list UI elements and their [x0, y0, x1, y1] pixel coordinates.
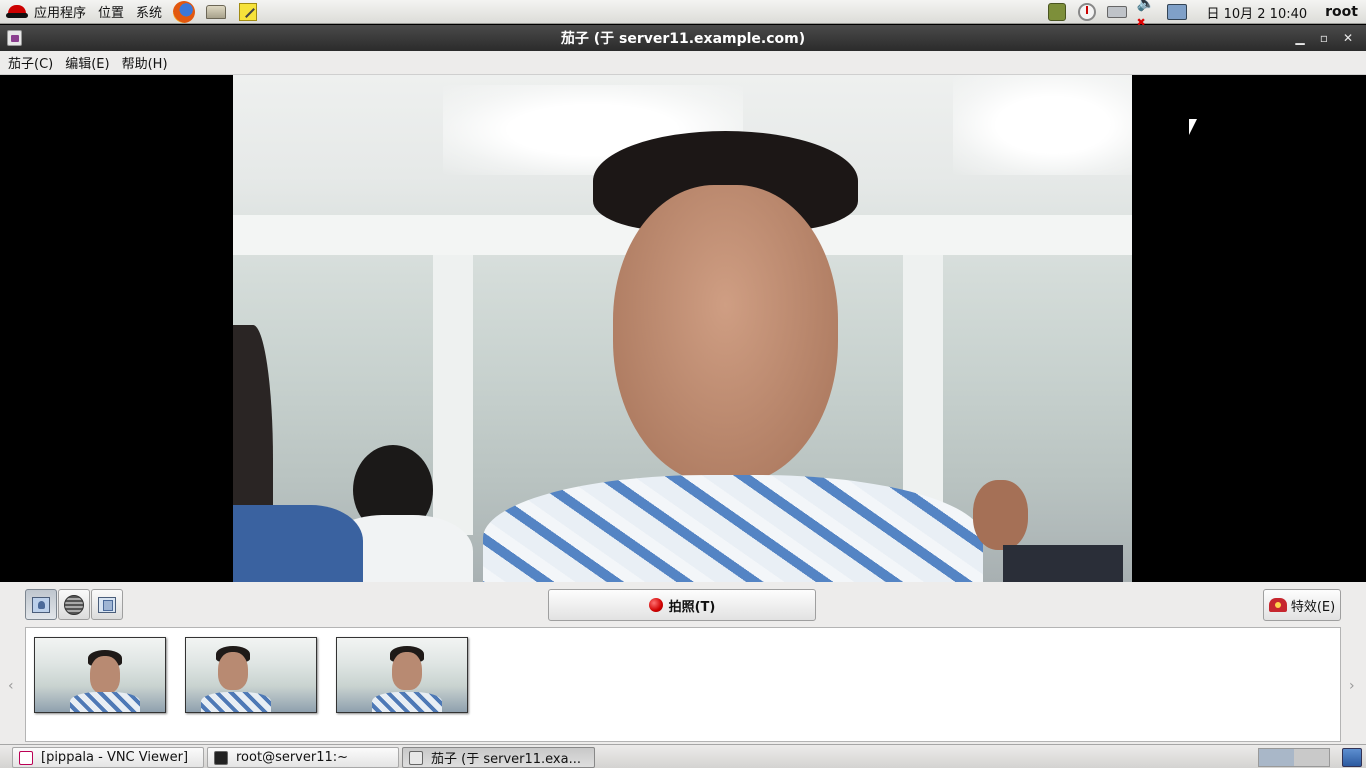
effects-label: 特效(E) [1290, 599, 1336, 615]
menu-edit[interactable]: 编辑(E) [59, 53, 115, 72]
workspace-2[interactable] [1294, 749, 1329, 766]
mail-icon [206, 4, 227, 19]
take-photo-label: 拍照(T) [668, 599, 716, 615]
network-tray-item[interactable] [1166, 2, 1188, 22]
printer-tray-item[interactable] [1106, 2, 1128, 22]
wall-pillar [903, 235, 943, 535]
system-menu[interactable]: 系统 [130, 0, 168, 24]
photo-thumbnail[interactable] [336, 637, 468, 713]
video-mode-button[interactable] [58, 589, 90, 620]
capture-toolbar: 拍照(T) 特效(E) ‹ › [0, 582, 1366, 744]
bottom-taskbar: [pippala - VNC Viewer] root@server11:~ 茄… [0, 744, 1366, 768]
firefox-icon [173, 0, 196, 23]
thumbnail-strip [25, 627, 1341, 742]
workspace-1[interactable] [1259, 749, 1294, 766]
taskbar-item-label: root@server11:~ [236, 750, 349, 765]
taskbar-item-terminal[interactable]: root@server11:~ [207, 747, 399, 768]
menu-cheese[interactable]: 茄子(C) [2, 53, 59, 72]
network-icon [1167, 4, 1188, 20]
applications-menu[interactable]: 应用程序 [0, 0, 92, 24]
redhat-logo-icon [6, 3, 28, 21]
updates-icon [1048, 3, 1067, 21]
clock[interactable]: 日 10月 2 10:40 [1206, 3, 1307, 22]
menubar: 茄子(C) 编辑(E) 帮助(H) [0, 51, 1366, 75]
effects-icon [1268, 598, 1287, 612]
timer-icon [1078, 3, 1097, 21]
vnc-icon [19, 750, 33, 765]
window-controls: ▁ ▫ ✕ [1288, 27, 1360, 49]
thumbnail-scroll-left-icon[interactable]: ‹ [8, 678, 14, 694]
wall-pillar [433, 235, 473, 535]
mode-switcher [25, 589, 124, 620]
taskbar-item-label: [pippala - VNC Viewer] [41, 750, 189, 765]
window-titlebar[interactable]: 茄子 (于 server11.example.com) ▁ ▫ ✕ [0, 25, 1366, 51]
window-menu-icon[interactable] [7, 30, 22, 46]
show-desktop-icon[interactable] [1342, 748, 1362, 767]
background-person [973, 480, 1028, 550]
places-menu[interactable]: 位置 [92, 0, 130, 24]
effects-button[interactable]: 特效(E) [1263, 589, 1341, 621]
taskbar-item-label: 茄子 (于 server11.exa... [431, 752, 581, 767]
workspace-switcher [1258, 748, 1330, 767]
video-reel-icon [64, 594, 84, 615]
user-menu[interactable]: root [1325, 4, 1358, 20]
taskbar-item-cheese[interactable]: 茄子 (于 server11.exa... [402, 747, 595, 768]
firefox-launcher[interactable] [172, 0, 196, 23]
subject-shirt [483, 475, 983, 582]
photo-thumbnail[interactable] [185, 637, 317, 713]
subject-face [613, 185, 838, 485]
thumbnail-scroll-right-icon[interactable]: › [1349, 678, 1355, 694]
mail-launcher[interactable] [204, 1, 228, 23]
close-button[interactable]: ✕ [1336, 27, 1360, 49]
cheese-app-icon [409, 750, 423, 765]
record-icon [648, 598, 663, 612]
burst-mode-button[interactable] [91, 589, 123, 620]
maximize-button[interactable]: ▫ [1312, 27, 1336, 49]
ceiling-light [953, 75, 1132, 175]
photo-thumbnail[interactable] [34, 637, 166, 713]
applications-menu-label: 应用程序 [34, 6, 87, 21]
top-panel: 应用程序 位置 系统 🔈✖ 日 10月 2 10:40 root [0, 0, 1366, 29]
notes-icon [239, 2, 258, 21]
take-photo-button[interactable]: 拍照(T) [548, 589, 816, 621]
terminal-icon [214, 750, 228, 765]
notes-launcher[interactable] [236, 1, 260, 23]
timer-tray-item[interactable] [1076, 2, 1098, 22]
menu-help[interactable]: 帮助(H) [116, 53, 174, 72]
volume-tray-item[interactable]: 🔈✖ [1136, 0, 1158, 29]
laptop-screen [1003, 545, 1123, 582]
photo-mode-button[interactable] [25, 589, 57, 620]
background-person [233, 505, 363, 582]
minimize-button[interactable]: ▁ [1288, 27, 1312, 49]
system-tray: 🔈✖ 日 10月 2 10:40 root [1042, 0, 1366, 29]
updates-tray-item[interactable] [1046, 2, 1068, 22]
photo-mode-icon [32, 596, 50, 613]
printer-icon [1107, 6, 1128, 18]
window-title: 茄子 (于 server11.example.com) [560, 31, 806, 47]
taskbar-item-vnc[interactable]: [pippala - VNC Viewer] [12, 747, 204, 768]
video-viewport [0, 75, 1366, 582]
burst-mode-icon [98, 596, 116, 613]
mouse-cursor-icon [1189, 119, 1197, 135]
webcam-preview [233, 75, 1132, 582]
